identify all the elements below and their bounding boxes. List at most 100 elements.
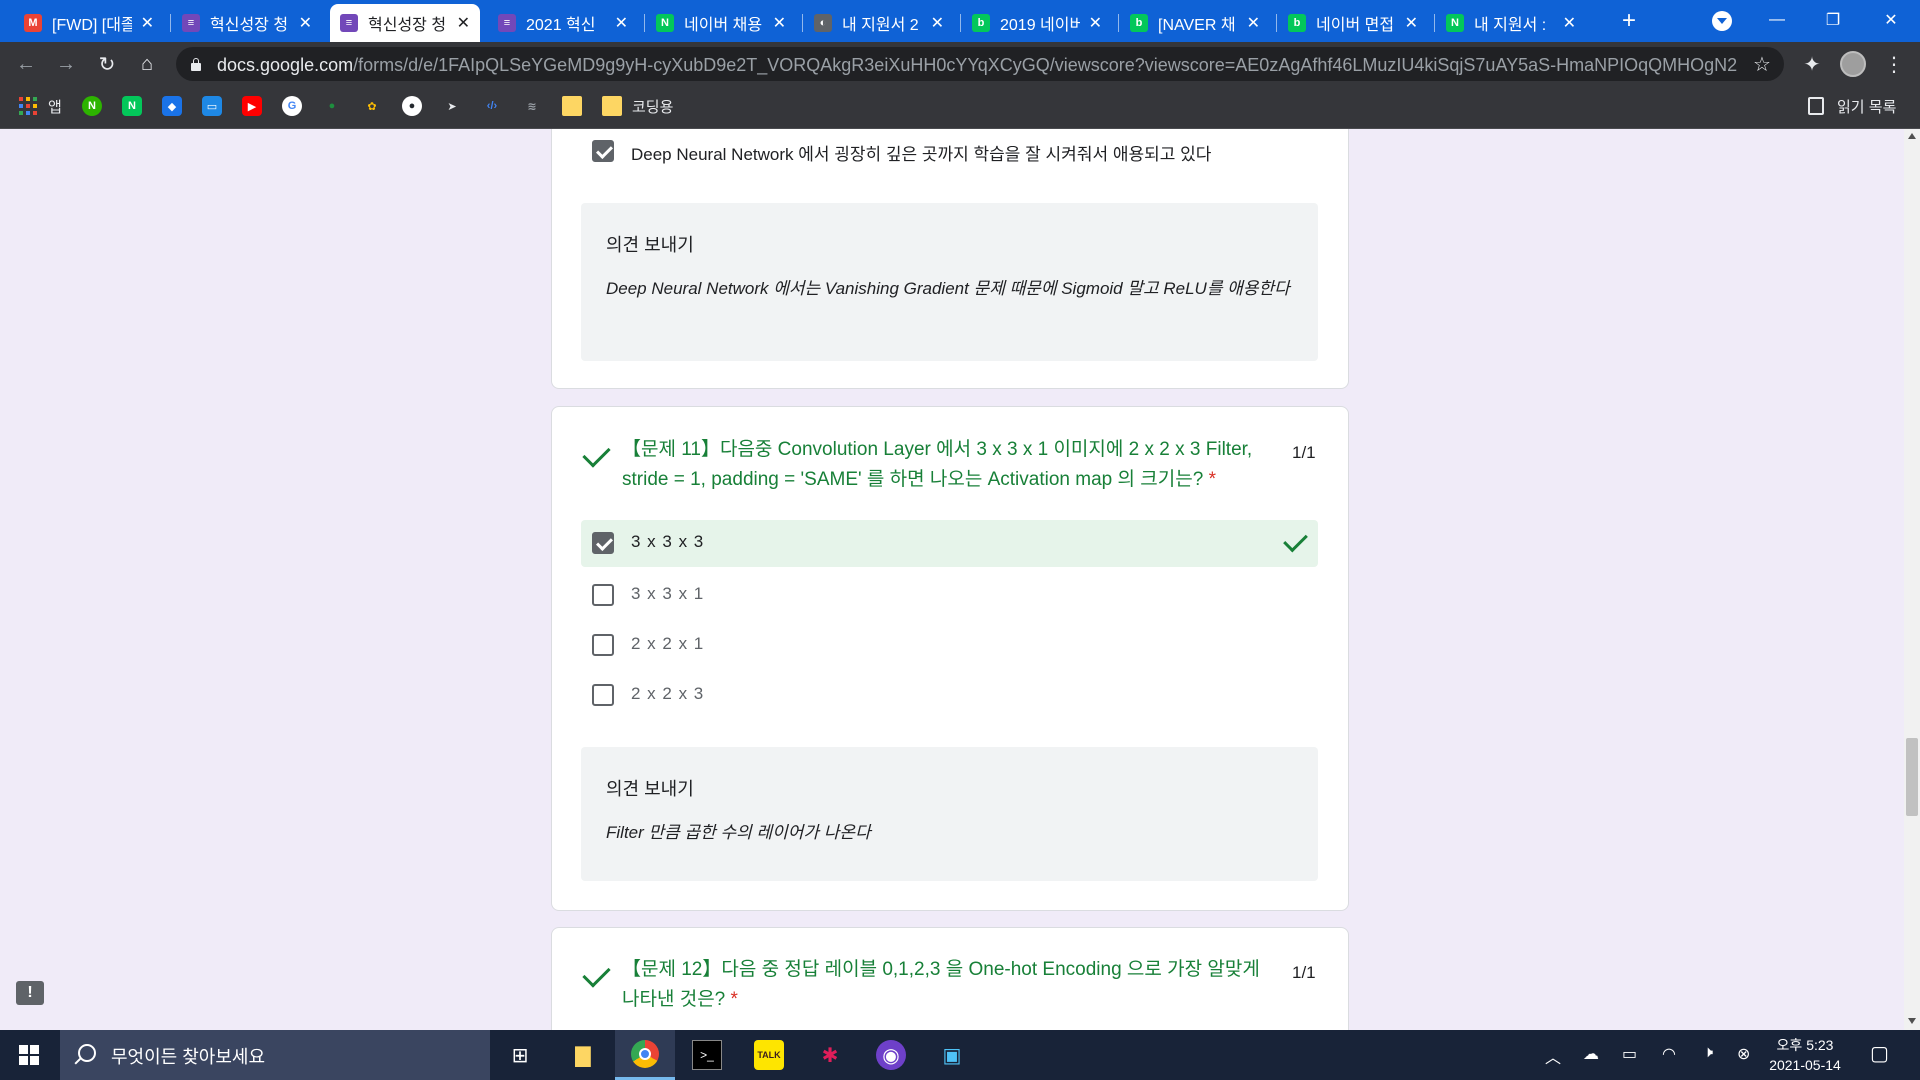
- browser-tab[interactable]: ≡ 혁신성장 청 ✕: [172, 4, 322, 42]
- page-scrollbar[interactable]: [1904, 129, 1920, 1030]
- back-icon[interactable]: ←: [14, 52, 38, 76]
- feedback-box: [581, 747, 1318, 881]
- browser-tab[interactable]: ≡ 혁신성장 청 ✕: [330, 4, 480, 42]
- tab-close-icon[interactable]: ✕: [1089, 13, 1102, 33]
- close-window-icon[interactable]: ✕: [1868, 0, 1914, 40]
- answer-checkbox-checked[interactable]: [592, 140, 614, 162]
- option-4-checkbox[interactable]: [592, 684, 614, 706]
- taskbar-clock[interactable]: 오후 5:23 2021-05-14: [1755, 1035, 1855, 1075]
- lock-icon[interactable]: [191, 58, 201, 71]
- kakaotalk-icon[interactable]: TALK: [754, 1040, 784, 1070]
- feedback-title: 의견 보내기: [606, 235, 694, 255]
- bookmark-icon[interactable]: N: [82, 96, 102, 116]
- bird-icon[interactable]: ➤: [442, 96, 462, 116]
- tab-close-icon[interactable]: ✕: [1563, 13, 1576, 33]
- url-text[interactable]: docs.google.com/forms/d/e/1FAIpQLSeYGeMD…: [217, 55, 1737, 76]
- speaker-mute-icon[interactable]: 🕨: [1703, 1044, 1713, 1062]
- bookmark-folder-coding[interactable]: 코딩용: [632, 96, 673, 117]
- tab-title: 네이버 면접: [1316, 17, 1395, 34]
- tab-title: 2021 혁신: [526, 17, 596, 34]
- apps-grid-icon[interactable]: [19, 97, 37, 115]
- scroll-down-arrow[interactable]: [1908, 1018, 1916, 1024]
- tab-favicon-icon: ◐: [814, 14, 832, 32]
- tab-search-icon[interactable]: [1712, 11, 1732, 31]
- taskbar-search-placeholder[interactable]: 무엇이든 찾아보세요: [111, 1043, 265, 1069]
- slack-icon[interactable]: ✱: [815, 1040, 845, 1070]
- tab-favicon-icon: b: [1288, 14, 1306, 32]
- report-issue-icon[interactable]: !: [16, 981, 44, 1005]
- chat-icon[interactable]: ▭: [202, 96, 222, 116]
- leaf-icon[interactable]: ●: [322, 96, 342, 116]
- browser-tab[interactable]: M [FWD] [대졸 ✕: [14, 4, 164, 42]
- browser-tab[interactable]: N 내 지원서 : ✕: [1436, 4, 1586, 42]
- tab-favicon-icon: ≡: [182, 14, 200, 32]
- github-icon[interactable]: ●: [402, 96, 422, 116]
- bookmark-star-icon[interactable]: ☆: [1750, 52, 1774, 76]
- chrome-icon[interactable]: [631, 1040, 659, 1068]
- option-3-checkbox[interactable]: [592, 634, 614, 656]
- tab-close-icon[interactable]: ✕: [1405, 13, 1418, 33]
- network-icon[interactable]: ◠: [1662, 1044, 1676, 1064]
- tab-title: 내 지원서 :: [1474, 17, 1547, 34]
- folder-icon[interactable]: [562, 96, 582, 116]
- google-icon[interactable]: G: [282, 96, 302, 116]
- menu-icon[interactable]: ⋮: [1882, 52, 1906, 76]
- file-explorer-icon[interactable]: ▇: [568, 1040, 598, 1070]
- browser-tab[interactable]: b 2019 네이버 ✕: [962, 4, 1112, 42]
- extensions-icon[interactable]: ✦: [1800, 52, 1824, 76]
- tab-favicon-icon: M: [24, 14, 42, 32]
- tab-close-icon[interactable]: ✕: [141, 13, 154, 33]
- browser-tab[interactable]: b 네이버 면접 ✕: [1278, 4, 1428, 42]
- browser-tab[interactable]: N 네이버 채용 ✕: [646, 4, 796, 42]
- clock-time: 오후 5:23: [1776, 1037, 1834, 1053]
- scrollbar-thumb[interactable]: [1906, 738, 1918, 816]
- option-1-checkbox[interactable]: [592, 532, 614, 554]
- option-3-label: 2 x 2 x 1: [631, 634, 705, 653]
- tab-close-icon[interactable]: ✕: [457, 13, 470, 33]
- bookmark-apps-label[interactable]: 앱: [48, 96, 62, 117]
- feedback-text: Filter 만큼 곱한 수의 레이어가 나온다: [606, 823, 871, 842]
- tab-close-icon[interactable]: ✕: [299, 13, 312, 33]
- ime-icon[interactable]: ⊗: [1737, 1044, 1750, 1064]
- browser-tab[interactable]: ≡ 2021 혁신 ✕: [488, 4, 638, 42]
- tab-separator: [1434, 14, 1435, 32]
- browser-tab[interactable]: b [NAVER 채 ✕: [1120, 4, 1270, 42]
- battery-icon[interactable]: ▭: [1622, 1044, 1637, 1064]
- scroll-up-arrow[interactable]: [1908, 133, 1916, 139]
- onedrive-icon[interactable]: ☁: [1583, 1044, 1599, 1064]
- youtube-icon[interactable]: ▶: [242, 96, 262, 116]
- wave-icon[interactable]: ≋: [522, 96, 542, 116]
- home-icon[interactable]: ⌂: [135, 52, 159, 76]
- app-window-icon[interactable]: ▣: [937, 1040, 967, 1070]
- tab-close-icon[interactable]: ✕: [773, 13, 786, 33]
- new-tab-button[interactable]: +: [1614, 6, 1644, 36]
- profile-avatar[interactable]: [1840, 51, 1866, 77]
- tray-expand-icon[interactable]: ︿: [1545, 1044, 1561, 1068]
- tab-close-icon[interactable]: ✕: [931, 13, 944, 33]
- notification-icon[interactable]: ▢: [1870, 1041, 1889, 1066]
- tab-favicon-icon: b: [1130, 14, 1148, 32]
- browser-tab[interactable]: ◐ 내 지원서 2 ✕: [804, 4, 954, 42]
- restore-icon[interactable]: ❐: [1810, 0, 1856, 40]
- question-12-title: 【문제 12】다음 중 정답 레이블 0,1,2,3 을 One-hot Enc…: [622, 959, 1260, 1010]
- github-desktop-icon[interactable]: ◉: [876, 1040, 906, 1070]
- naver-icon[interactable]: N: [122, 96, 142, 116]
- box-icon[interactable]: ◆: [162, 96, 182, 116]
- reading-list-label[interactable]: 읽기 목록: [1837, 96, 1896, 117]
- minimize-icon[interactable]: —: [1754, 0, 1800, 40]
- task-view-icon[interactable]: ⊞: [505, 1040, 535, 1070]
- tab-close-icon[interactable]: ✕: [1247, 13, 1260, 33]
- option-2-checkbox[interactable]: [592, 584, 614, 606]
- reading-list-icon[interactable]: [1808, 97, 1824, 115]
- folder-icon[interactable]: [602, 96, 622, 116]
- tab-close-icon[interactable]: ✕: [615, 13, 628, 33]
- windows-start-icon[interactable]: [19, 1045, 39, 1065]
- code-icon[interactable]: ‹/›: [482, 96, 502, 116]
- reload-icon[interactable]: ↻: [95, 52, 119, 76]
- forward-icon[interactable]: →: [54, 52, 78, 76]
- photos-icon[interactable]: ✿: [362, 96, 382, 116]
- question-11-title: 【문제 11】다음중 Convolution Layer 에서 3 x 3 x …: [622, 439, 1253, 490]
- tab-separator: [1118, 14, 1119, 32]
- terminal-icon[interactable]: >_: [692, 1040, 722, 1070]
- tab-separator: [644, 14, 645, 32]
